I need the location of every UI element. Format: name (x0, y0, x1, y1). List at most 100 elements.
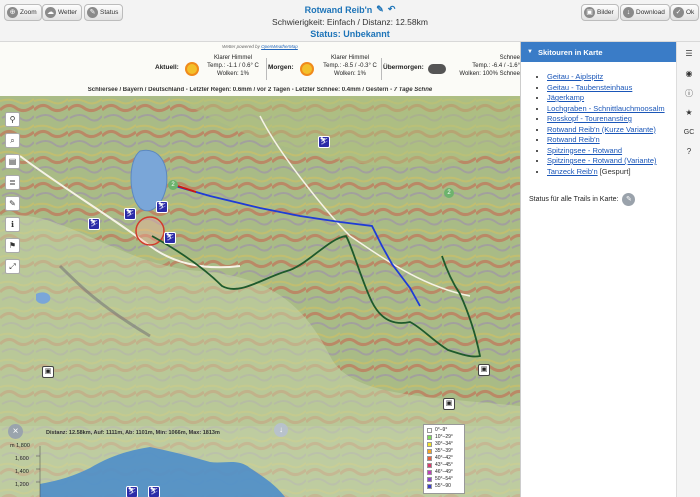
legend-entry: 35°–39° (427, 448, 461, 455)
tomorrow-label: Morgen: (268, 64, 294, 71)
expand-icon[interactable]: ⤢ (5, 259, 20, 274)
status-all-row: Status für alle Trails in Karte: ✎ (529, 193, 676, 206)
legend-swatch (427, 477, 432, 482)
legend-label: 43°–45° (435, 462, 453, 468)
trail-link[interactable]: Spitzingsee - Rotwand (547, 146, 622, 155)
star-icon[interactable]: ★ (681, 106, 697, 120)
ski-poi-icon[interactable]: ⛷ (148, 486, 160, 497)
legend-entry: 46°–49° (427, 469, 461, 476)
trail-header: Rotwand Reib'n ✎ ↶ Schwierigkeit: Einfac… (200, 4, 500, 39)
layers-icon[interactable]: ≣ (5, 175, 20, 190)
trail-link[interactable]: Jägerkamp (547, 93, 584, 102)
legend-swatch (427, 442, 432, 447)
ski-poi-icon[interactable]: ⛷ (124, 208, 136, 220)
trail-link[interactable]: Tanzeck Reib'n (547, 167, 598, 176)
trail-list-item: Geitau - Taubensteinhaus (547, 83, 676, 94)
images-label: Bilder (597, 9, 614, 16)
panel-header[interactable]: ▼ Skitouren in Karte (521, 42, 676, 62)
trail-link[interactable]: Spitzingsee - Rotwand (Variante) (547, 156, 657, 165)
status-button[interactable]: ✎ Status (84, 4, 124, 21)
camera-poi-icon[interactable]: ▣ (42, 366, 54, 378)
help-icon[interactable]: ? (681, 145, 697, 159)
location-pin-icon[interactable]: ⚲ (5, 112, 20, 127)
camera-poi-icon[interactable]: ▣ (443, 398, 455, 410)
trail-subtitle: Schwierigkeit: Einfach / Distanz: 12.58k… (272, 17, 428, 27)
ski-poi-icon[interactable]: ⛷ (88, 218, 100, 230)
top-toolbar: ⊕ Zoom ☁ Wetter ✎ Status Rotwand Reib'n … (0, 0, 700, 42)
legend-swatch (427, 428, 432, 433)
ok-label: Ok (686, 9, 695, 16)
undo-icon[interactable]: ↶ (388, 4, 396, 15)
legend-entry: 40°–42° (427, 455, 461, 462)
trail-link[interactable]: Rotwand Reib'n (Kurze Variante) (547, 125, 656, 134)
legend-label: 50°–54° (435, 476, 453, 482)
ski-poi-icon[interactable]: ⛷ (318, 136, 330, 148)
info-icon[interactable]: ℹ (5, 217, 20, 232)
ski-poi-icon[interactable]: ⛷ (126, 486, 138, 497)
camera-icon: ▣ (584, 7, 595, 18)
trail-list-item: Jägerkamp (547, 93, 676, 104)
menu-icon[interactable]: ☰ (681, 47, 697, 61)
trail-link[interactable]: Geitau - Aiplspitz (547, 72, 603, 81)
legend-label: 40°–42° (435, 455, 453, 461)
cluster-marker[interactable]: 2 (444, 188, 454, 198)
legend-label: 46°–49° (435, 469, 453, 475)
day-after-weather: Schnee Temp.: -6.4 / -1.6° Wolken: 100% … (459, 55, 520, 77)
legend-label: 10°–29° (435, 434, 453, 440)
weather-strip: Wetter powered by OpenWeatherMap Aktuell… (0, 42, 520, 96)
sun-icon (302, 64, 312, 74)
download-icon: ↓ (623, 7, 634, 18)
search-map-icon[interactable]: ⌕ (5, 133, 20, 148)
weather-label: Wetter (58, 9, 78, 16)
images-button[interactable]: ▣ Bilder (581, 4, 619, 21)
pencil-icon[interactable]: ✎ (622, 193, 636, 206)
y-axis-top-tick: m 1,800 (10, 443, 30, 449)
ok-button[interactable]: ✓ Ok (670, 4, 700, 21)
note-icon[interactable]: ✎ (5, 196, 20, 211)
legend-swatch (427, 435, 432, 440)
trail-link[interactable]: Lochgraben - Schnittlauchmoosalm (547, 104, 665, 113)
marker-icon[interactable]: ⚑ (5, 238, 20, 253)
ski-poi-icon[interactable]: ⛷ (164, 232, 176, 244)
close-profile-icon[interactable]: × (8, 424, 23, 439)
snow-cloud-icon (428, 64, 446, 74)
openweathermap-link[interactable]: OpenWeatherMap (261, 44, 298, 49)
rss-icon[interactable]: ◉ (681, 67, 697, 81)
zoom-button[interactable]: ⊕ Zoom (4, 4, 42, 21)
legend-entry: 50°–54° (427, 476, 461, 483)
legend-swatch (427, 456, 432, 461)
current-weather: Klarer Himmel Temp.: -1.1 / 0.6° C Wolke… (207, 55, 259, 77)
zoom-icon: ⊕ (7, 7, 18, 18)
check-icon: ✓ (673, 7, 684, 18)
trails-panel: ▼ Skitouren in Karte Geitau - Aiplspitz G… (520, 42, 676, 497)
trail-link[interactable]: Rosskopf - Tourenanstieg (547, 114, 632, 123)
legend-label: 35°–39° (435, 448, 453, 454)
slope-legend: 0°–9° 10°–29° 30°–34° 35°–39° 40°–42° 43°–45°… (423, 424, 465, 494)
legend-swatch (427, 449, 432, 454)
trail-list-item: Rotwand Reib'n (547, 135, 676, 146)
legend-entry: 10°–29° (427, 434, 461, 441)
trail-list-item: Spitzingsee - Rotwand (547, 146, 676, 157)
info-icon[interactable]: ⓘ (681, 87, 697, 101)
map-view[interactable]: ⚲ ⌕ ▤ ≣ ✎ ℹ ⚑ ⤢ ⛷ ⛷ ⛷ ⛷ ⛷ ⛷ ⛷ ▣ ▣ ▣ 2 2 … (0, 96, 520, 497)
download-profile-icon[interactable]: ↓ (274, 423, 288, 437)
cluster-marker[interactable]: 2 (168, 180, 178, 190)
trail-list-item: Rotwand Reib'n (Kurze Variante) (547, 125, 676, 136)
gc-link[interactable]: GC (681, 126, 697, 140)
y-axis-tick: 1,600 (15, 456, 29, 462)
right-icon-bar: ☰ ◉ ⓘ ★ GC ? (676, 42, 700, 497)
elevation-summary: Distanz: 12.58km, Auf: 1111m, Ab: 1101m,… (46, 430, 220, 436)
book-icon[interactable]: ▤ (5, 154, 20, 169)
y-axis-tick: 1,400 (15, 469, 29, 475)
camera-poi-icon[interactable]: ▣ (478, 364, 490, 376)
page-title: Rotwand Reib'n (304, 4, 373, 15)
download-button[interactable]: ↓ Download (620, 4, 670, 21)
trail-link[interactable]: Rotwand Reib'n (547, 135, 600, 144)
trail-note: [Gespurt] (599, 166, 631, 176)
edit-icon[interactable]: ✎ (376, 4, 384, 15)
legend-swatch (427, 470, 432, 475)
zoom-label: Zoom (20, 9, 37, 16)
ski-poi-icon[interactable]: ⛷ (156, 201, 168, 213)
trail-link[interactable]: Geitau - Taubensteinhaus (547, 83, 632, 92)
weather-button[interactable]: ☁ Wetter (42, 4, 83, 21)
